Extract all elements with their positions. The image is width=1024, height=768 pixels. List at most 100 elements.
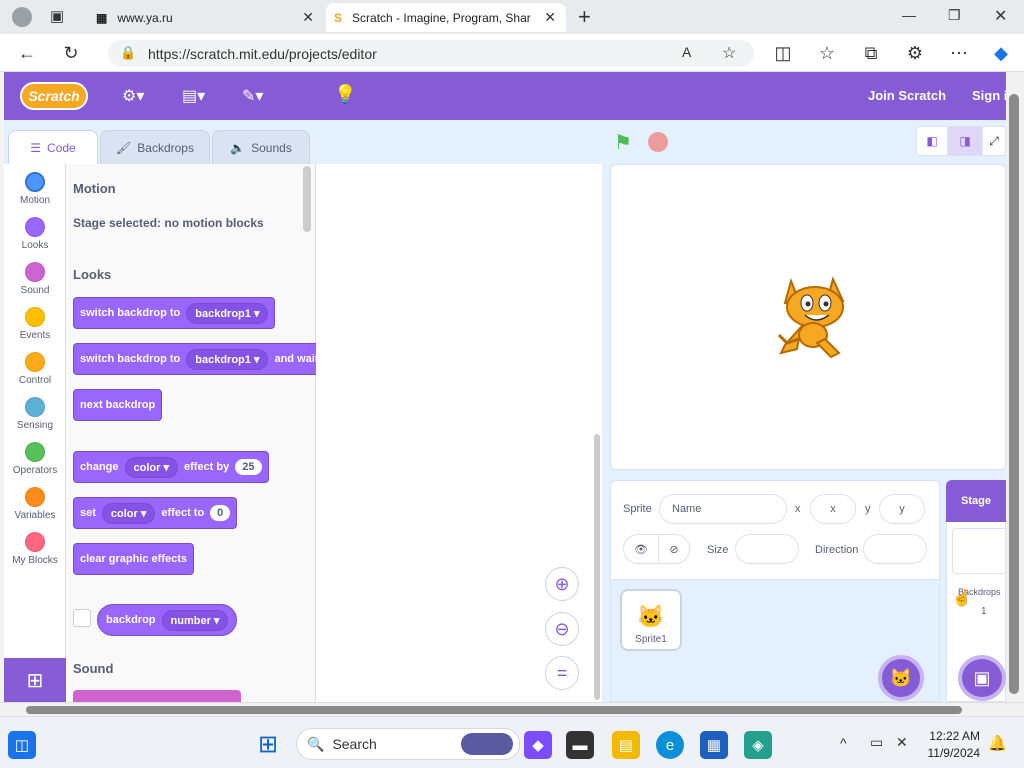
refresh-icon[interactable]: ↻	[58, 41, 84, 65]
page-horizontal-scrollbar[interactable]	[0, 702, 1024, 716]
more-menu-icon[interactable]: ⋯	[946, 41, 972, 65]
tab-backdrops[interactable]: 🖌 Backdrops	[100, 130, 210, 164]
block-set-effect[interactable]: set color ▾ effect to 0	[73, 497, 238, 529]
extensions-icon[interactable]: ⚙	[902, 41, 928, 65]
profile-avatar[interactable]	[12, 7, 32, 27]
y-input[interactable]: y	[879, 494, 925, 524]
minimize-icon[interactable]: —	[902, 7, 916, 23]
horizontal-scroll-thumb[interactable]	[26, 706, 962, 714]
normal-stage-icon[interactable]: ◨	[948, 126, 982, 156]
favorite-star-icon[interactable]: ☆	[722, 43, 736, 63]
choose-sprite-button[interactable]: 🐱	[878, 655, 924, 701]
taskbar-search[interactable]: 🔍 Search	[296, 728, 520, 760]
store-icon[interactable]: ▦	[700, 731, 728, 759]
tab-yandex[interactable]: ▦ www.ya.ru ✕	[88, 3, 324, 32]
file-explorer-icon[interactable]: ▤	[612, 731, 640, 759]
close-tab-icon[interactable]: ✕	[302, 9, 314, 26]
number-input[interactable]: 25	[235, 459, 262, 475]
sign-in-link[interactable]: Sign i	[972, 88, 1007, 103]
cat-sprite-icon[interactable]	[771, 273, 861, 365]
hide-sprite-toggle[interactable]: ⊘	[658, 534, 690, 564]
clock[interactable]: 12:22 AM 11/9/2024	[926, 729, 981, 760]
tutorials-lightbulb-icon[interactable]: 💡	[334, 84, 356, 105]
page-vertical-scrollbar[interactable]	[1006, 72, 1024, 702]
app-icon[interactable]: ◈	[744, 731, 772, 759]
vertical-scroll-thumb[interactable]	[1009, 94, 1019, 694]
split-screen-icon[interactable]: ◫	[770, 41, 796, 65]
sprite-name-input[interactable]: Name	[659, 494, 787, 524]
file-menu-icon[interactable]: ▤▾	[182, 86, 205, 106]
direction-input[interactable]	[863, 534, 927, 564]
tab-sounds[interactable]: 🔈 Sounds	[212, 130, 310, 164]
network-icon[interactable]: ▭	[870, 734, 883, 751]
show-sprite-toggle[interactable]: 👁	[623, 534, 659, 564]
backdrop-dropdown[interactable]: backdrop1 ▾	[186, 348, 269, 370]
sound-block-partial[interactable]	[73, 690, 241, 702]
sound-tray-icon[interactable]: ✕	[896, 734, 908, 751]
category-operators[interactable]: Operators	[4, 442, 66, 476]
collections-icon[interactable]: ⧉	[858, 41, 884, 65]
backdrop-dropdown[interactable]: backdrop1 ▾	[186, 302, 269, 324]
tab-actions-icon[interactable]: ▣	[50, 7, 64, 25]
sprite-thumbnail[interactable]: 🐱 Sprite1	[620, 589, 682, 651]
number-input[interactable]: 0	[210, 505, 231, 521]
close-tab-icon[interactable]: ✕	[544, 9, 556, 26]
category-variables[interactable]: Variables	[4, 487, 66, 521]
zoom-reset-button[interactable]: =	[545, 656, 579, 690]
category-looks[interactable]: Looks	[4, 217, 66, 251]
join-scratch-link[interactable]: Join Scratch	[868, 88, 946, 103]
block-change-effect[interactable]: change color ▾ effect by 25	[73, 451, 269, 483]
zoom-out-button[interactable]: ⊖	[545, 612, 579, 646]
effect-dropdown[interactable]: color ▾	[101, 502, 156, 524]
chevron-up-icon[interactable]: ^	[840, 735, 847, 751]
restore-icon[interactable]: ❐	[948, 7, 961, 24]
stage-thumbnail[interactable]	[952, 528, 1006, 574]
category-motion[interactable]: Motion	[4, 172, 66, 206]
fullscreen-icon[interactable]: ⤢	[982, 126, 1006, 156]
block-text: switch backdrop to	[80, 353, 181, 365]
choose-backdrop-button[interactable]: ▣	[958, 655, 1006, 701]
stage-canvas[interactable]	[610, 164, 1006, 470]
block-next-backdrop[interactable]: next backdrop	[73, 389, 163, 421]
tab-code[interactable]: ☰ Code	[8, 130, 98, 164]
palette-scrollbar[interactable]	[303, 166, 311, 232]
add-extension-button[interactable]: ⊞	[4, 658, 66, 702]
edit-menu-icon[interactable]: ✎▾	[242, 86, 263, 106]
settings-gear-icon[interactable]: ⚙▾	[122, 86, 144, 106]
widgets-icon[interactable]: ◫	[8, 731, 36, 759]
close-window-icon[interactable]: ✕	[994, 6, 1007, 26]
notification-bell-icon[interactable]: 🔔	[988, 734, 1007, 752]
x-input[interactable]: x	[810, 494, 856, 524]
reporter-checkbox[interactable]	[73, 609, 91, 627]
category-my-blocks[interactable]: My Blocks	[4, 532, 66, 566]
copilot-taskbar-icon[interactable]: ◆	[524, 731, 552, 759]
zoom-in-button[interactable]: ⊕	[545, 567, 579, 601]
scratch-logo[interactable]: Scratch	[20, 82, 88, 110]
tab-scratch[interactable]: S Scratch - Imagine, Program, Shar ✕	[326, 3, 566, 32]
green-flag-icon[interactable]: ⚑	[614, 130, 632, 155]
effect-dropdown[interactable]: color ▾	[124, 456, 178, 478]
category-control[interactable]: Control	[4, 352, 66, 386]
reporter-dropdown[interactable]: number ▾	[161, 609, 229, 631]
small-stage-icon[interactable]: ◧	[916, 126, 948, 156]
category-events[interactable]: Events	[4, 307, 66, 341]
block-clear-effects[interactable]: clear graphic effects	[73, 543, 194, 575]
back-icon[interactable]: ←	[14, 41, 40, 65]
favorites-icon[interactable]: ☆	[814, 41, 840, 65]
block-switch-backdrop-wait[interactable]: switch backdrop to backdrop1 ▾ and wait	[73, 343, 326, 375]
task-view-icon[interactable]: ▬	[566, 731, 594, 759]
edge-browser-icon[interactable]: e	[656, 731, 684, 759]
category-sound[interactable]: Sound	[4, 262, 66, 296]
block-switch-backdrop[interactable]: switch backdrop to backdrop1 ▾	[73, 297, 276, 329]
url-input[interactable]: 🔒 https://scratch.mit.edu/projects/edito…	[108, 40, 754, 67]
start-windows-icon[interactable]: ⊞	[254, 730, 282, 758]
size-input[interactable]	[735, 534, 799, 564]
read-aloud-icon[interactable]: A	[682, 44, 691, 60]
block-backdrop-reporter[interactable]: backdrop number ▾	[97, 604, 238, 636]
new-tab-button[interactable]: +	[578, 4, 591, 30]
copilot-icon[interactable]: ◆	[988, 41, 1014, 65]
category-sensing[interactable]: Sensing	[4, 397, 66, 431]
scripts-scrollbar[interactable]	[594, 434, 600, 700]
stop-icon[interactable]	[648, 132, 668, 152]
block-text: backdrop	[106, 614, 156, 626]
